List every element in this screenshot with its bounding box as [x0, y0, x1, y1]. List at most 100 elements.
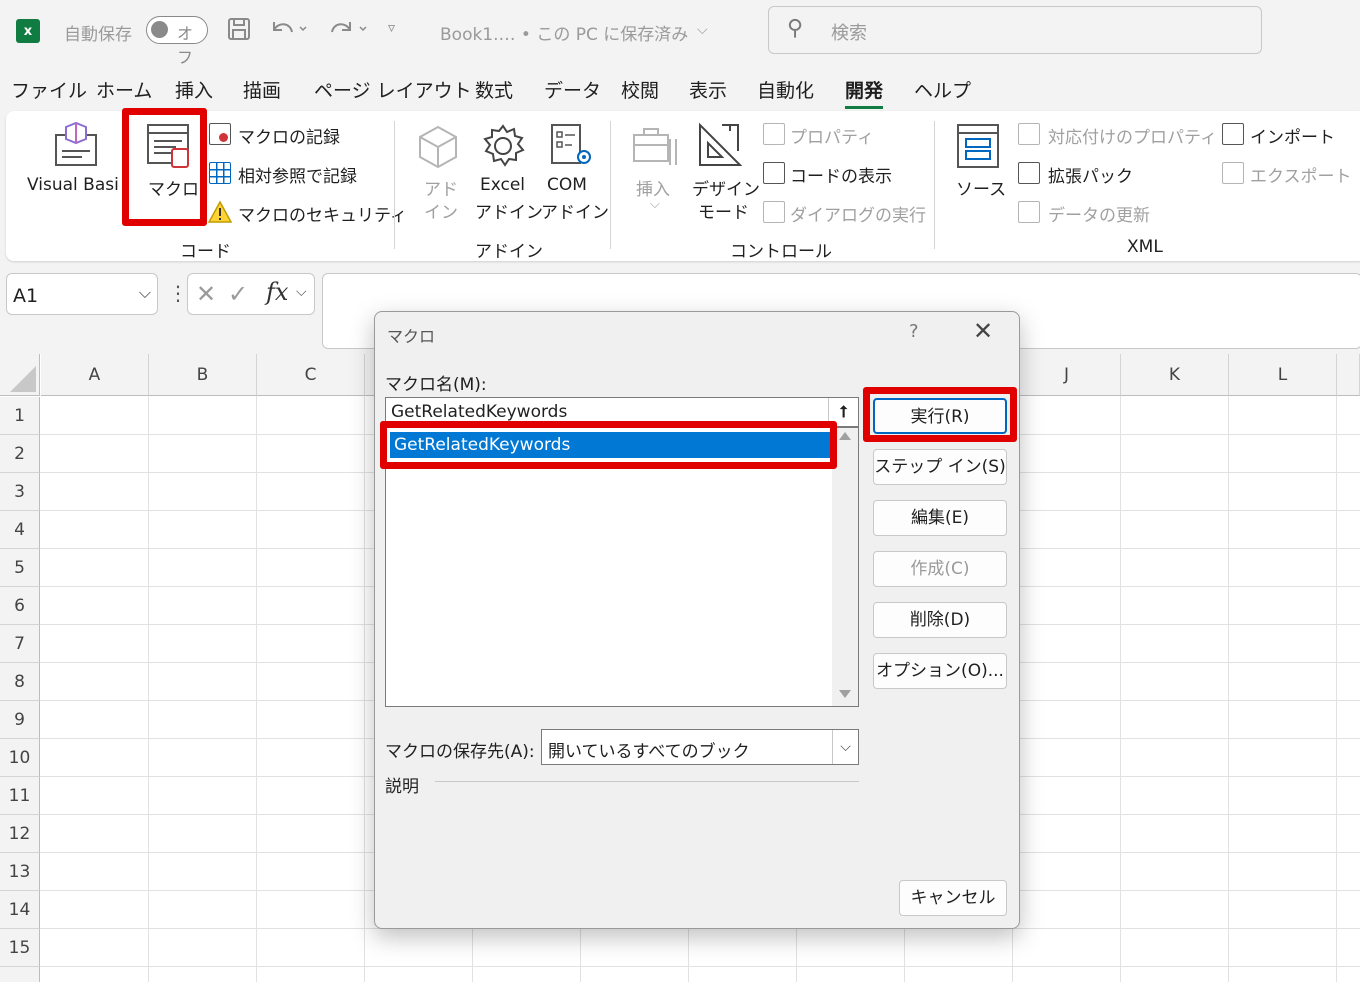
check-icon[interactable]: ✓ — [228, 280, 248, 308]
row-header[interactable] — [0, 967, 40, 982]
tab-developer[interactable]: 開発 — [845, 76, 884, 109]
create-button[interactable]: 作成(C) — [873, 551, 1007, 587]
macro-location-value: 開いているすべてのブック — [548, 742, 750, 762]
map-properties-icon — [1018, 123, 1040, 145]
row-header[interactable]: 11 — [0, 777, 40, 815]
row-header[interactable]: 5 — [0, 549, 40, 587]
import-icon — [1222, 123, 1244, 145]
design-mode-icon — [699, 122, 742, 166]
document-title[interactable]: Book1.… • この PC に保存済み — [440, 20, 688, 45]
step-into-button[interactable]: ステップ イン(S) — [873, 449, 1007, 485]
grid-line — [1120, 396, 1121, 982]
delete-button[interactable]: 削除(D) — [873, 602, 1007, 638]
help-icon[interactable]: ? — [909, 321, 919, 342]
refresh-data-icon — [1018, 201, 1040, 223]
row-header[interactable]: 1 — [0, 397, 40, 435]
scroll-down-icon[interactable] — [839, 690, 851, 698]
column-header[interactable]: A — [41, 354, 149, 396]
autosave-state: オフ — [177, 24, 194, 67]
insert-function-icon[interactable]: fx — [266, 278, 288, 306]
relative-reference-label: 相対参照で記録 — [238, 167, 357, 187]
expansion-packs-label: 拡張パック — [1048, 167, 1133, 187]
customize-qat-icon[interactable]: ▿ — [388, 20, 395, 36]
row-header[interactable]: 15 — [0, 929, 40, 967]
map-properties-label: 対応付けのプロパティ — [1048, 128, 1217, 148]
list-item[interactable]: GetRelatedKeywords — [390, 432, 830, 458]
row-header[interactable]: 6 — [0, 587, 40, 625]
tab-page-layout[interactable]: ページ レイアウト — [314, 76, 472, 103]
design-mode-line1: デザイン — [692, 180, 760, 200]
chevron-down-icon[interactable]: ⌵ — [697, 22, 708, 38]
tab-help[interactable]: ヘルプ — [914, 76, 971, 103]
grid-line — [364, 396, 365, 982]
row-header[interactable]: 4 — [0, 511, 40, 549]
save-icon[interactable] — [226, 16, 252, 48]
row-header[interactable]: 2 — [0, 435, 40, 473]
row-header[interactable]: 9 — [0, 701, 40, 739]
row-header[interactable]: 7 — [0, 625, 40, 663]
select-all-corner[interactable] — [0, 354, 40, 396]
scrollbar[interactable] — [832, 428, 858, 706]
group-separator — [610, 121, 611, 249]
macro-name-input[interactable]: GetRelatedKeywords ⭡ — [385, 397, 859, 427]
tab-data[interactable]: データ — [544, 76, 601, 103]
edit-button[interactable]: 編集(E) — [873, 500, 1007, 536]
row-header[interactable]: 3 — [0, 473, 40, 511]
row-header[interactable]: 14 — [0, 891, 40, 929]
tab-formulas[interactable]: 数式 — [475, 76, 513, 103]
tab-view[interactable]: 表示 — [689, 76, 727, 103]
search-placeholder: 検索 — [831, 23, 867, 44]
macro-list[interactable]: GetRelatedKeywords — [385, 427, 859, 707]
row-header[interactable]: 8 — [0, 663, 40, 701]
run-dialog-label: ダイアログの実行 — [790, 206, 926, 226]
expansion-packs-icon — [1018, 162, 1040, 184]
record-macro-label: マクロの記録 — [238, 128, 340, 148]
com-addin-icon — [551, 124, 591, 164]
column-header[interactable]: C — [257, 354, 365, 396]
column-header[interactable]: B — [149, 354, 257, 396]
redo-icon[interactable] — [326, 16, 370, 48]
formula-buttons: ✕ ✓ fx ⌵ — [187, 273, 315, 315]
undo-icon[interactable] — [268, 16, 308, 48]
close-icon[interactable]: ✕ — [973, 317, 993, 345]
group-label-code: コード — [180, 242, 231, 262]
macro-location-select[interactable]: 開いているすべてのブック ⌵ — [541, 729, 859, 765]
column-header[interactable]: J — [1013, 354, 1121, 396]
macro-dialog: マクロ ? ✕ マクロ名(M): GetRelatedKeywords ⭡ Ge… — [374, 311, 1020, 929]
tab-insert[interactable]: 挿入 — [175, 76, 213, 103]
chevron-down-icon[interactable]: ⌵ — [296, 284, 307, 300]
macro-name-value: GetRelatedKeywords — [391, 402, 568, 422]
upload-arrow-icon[interactable]: ⭡ — [828, 398, 858, 426]
description-label: 説明 — [385, 777, 419, 797]
grid-line — [40, 966, 1360, 967]
excel-addins-line1: Excel — [480, 175, 526, 195]
run-button[interactable]: 実行(R) — [873, 398, 1007, 434]
column-header[interactable]: L — [1229, 354, 1337, 396]
tab-home[interactable]: ホーム — [96, 76, 152, 103]
xml-source-icon — [957, 124, 999, 168]
xml-source-label: ソース — [956, 180, 1007, 200]
name-box[interactable]: A1 ⌵ — [6, 273, 158, 315]
macro-icon — [147, 124, 189, 168]
column-header[interactable]: K — [1121, 354, 1229, 396]
grid-line — [256, 396, 257, 982]
scroll-up-icon[interactable] — [839, 432, 851, 440]
options-button[interactable]: オプション(O)... — [873, 653, 1007, 689]
autosave-toggle[interactable]: オフ — [146, 16, 208, 67]
excel-logo-icon: x — [16, 19, 44, 43]
cancel-icon[interactable]: ✕ — [196, 280, 216, 308]
tab-draw[interactable]: 描画 — [243, 76, 281, 103]
row-header[interactable]: 13 — [0, 853, 40, 891]
description-divider — [435, 781, 859, 782]
more-options-icon[interactable]: ⋮ — [168, 281, 188, 305]
column-header[interactable] — [1337, 354, 1360, 396]
row-header[interactable]: 12 — [0, 815, 40, 853]
tab-automate[interactable]: 自動化 — [757, 76, 814, 103]
tab-file[interactable]: ファイル — [11, 76, 87, 103]
tab-review[interactable]: 校閲 — [621, 76, 659, 103]
macro-name-label: マクロ名(M): — [385, 375, 487, 395]
cancel-button[interactable]: キャンセル — [899, 880, 1007, 916]
chevron-down-icon: ⌵ — [832, 730, 858, 764]
search-box[interactable]: ⚲ 検索 — [768, 6, 1262, 54]
row-header[interactable]: 10 — [0, 739, 40, 777]
